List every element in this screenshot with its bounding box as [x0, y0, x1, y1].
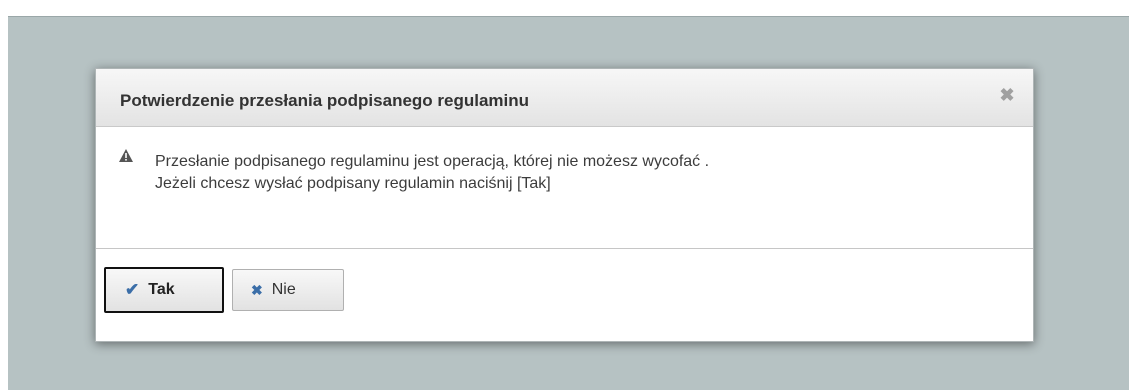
warning-icon — [119, 149, 133, 167]
no-button[interactable]: ✖ Nie — [232, 269, 344, 311]
yes-button-label: Tak — [148, 281, 175, 298]
dialog-title: Potwierdzenie przesłania podpisanego reg… — [120, 91, 530, 110]
no-button-label: Nie — [271, 281, 296, 298]
message-line-2: Jeżeli chcesz wysłać podpisany regulamin… — [155, 175, 551, 192]
dialog-footer: ✔ Tak ✖ Nie — [96, 250, 1033, 341]
dialog-body: Przesłanie podpisanego regulaminu jest o… — [96, 127, 1033, 249]
dialog-header: Potwierdzenie przesłania podpisanego reg… — [96, 69, 1033, 127]
dialog-message: Przesłanie podpisanego regulaminu jest o… — [155, 151, 1025, 195]
yes-button[interactable]: ✔ Tak — [104, 267, 224, 313]
confirmation-dialog: Potwierdzenie przesłania podpisanego reg… — [95, 68, 1034, 342]
cross-icon: ✖ — [251, 281, 263, 298]
check-icon: ✔ — [125, 280, 140, 299]
message-line-1: Przesłanie podpisanego regulaminu jest o… — [155, 153, 710, 170]
close-icon[interactable]: ✖ — [997, 85, 1017, 105]
